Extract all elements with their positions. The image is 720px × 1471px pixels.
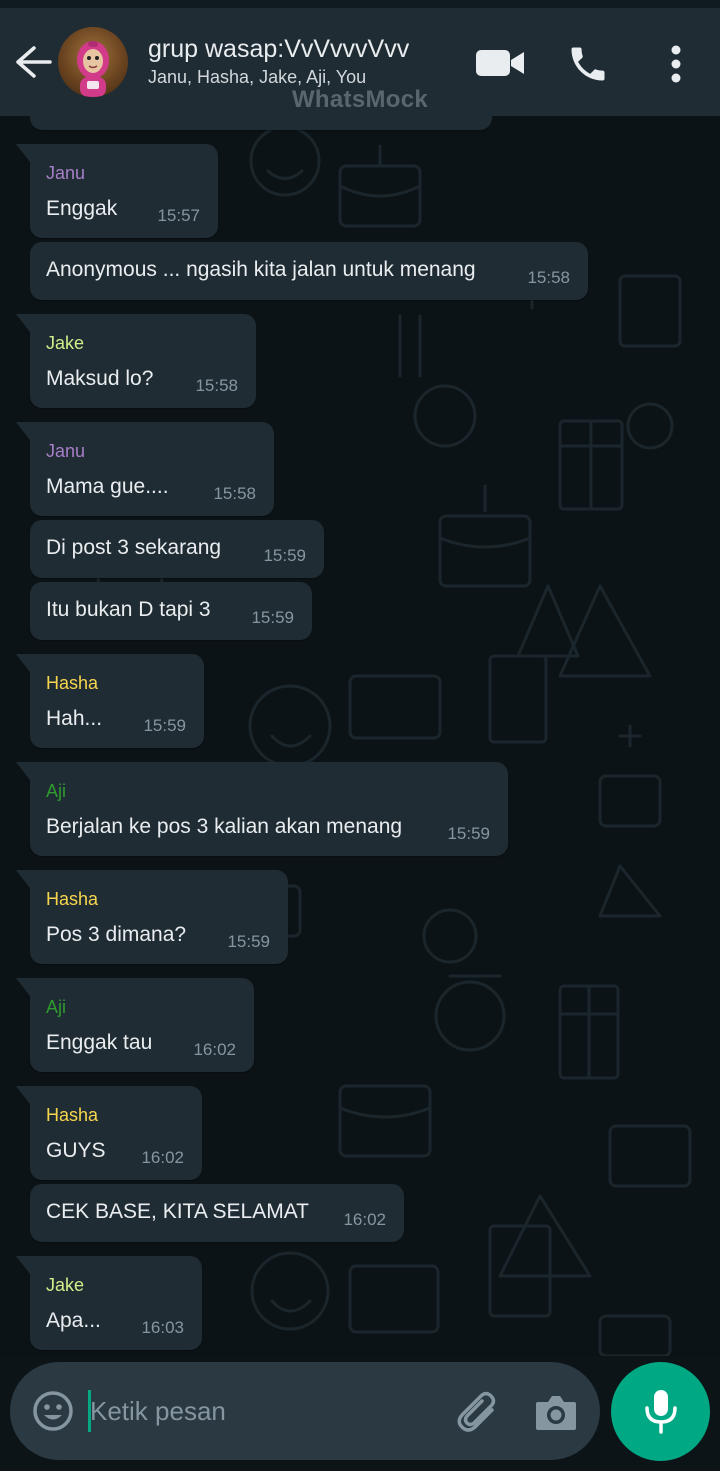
- message-bubble[interactable]: Jake Maksud lo? 15:58: [16, 314, 256, 408]
- voice-call-button[interactable]: [566, 42, 610, 86]
- message-bubble[interactable]: Di post 3 sekarang 15:59: [30, 520, 324, 578]
- video-camera-icon: [476, 50, 524, 76]
- message-timestamp: 15:59: [143, 716, 186, 735]
- message-timestamp: 15:58: [213, 484, 256, 503]
- status-bar: [0, 0, 720, 8]
- phone-icon: [571, 47, 605, 81]
- message-bubble[interactable]: Aji Enggak tau 16:02: [16, 978, 254, 1072]
- chat-screen: grup wasap:VvVvvvVvv Janu, Hasha, Jake, …: [0, 0, 720, 1471]
- message-bubble[interactable]: Aji Berjalan ke pos 3 kalian akan menang 1…: [16, 762, 508, 856]
- message-text: GUYS: [46, 1139, 106, 1162]
- message-text: CEK BASE, KITA SELAMAT: [46, 1200, 309, 1223]
- message-bubble[interactable]: Hasha Hah... 15:59: [16, 654, 204, 748]
- text-cursor: [88, 1390, 91, 1432]
- message-bubble[interactable]: Hasha Pos 3 dimana? 15:59: [16, 870, 288, 964]
- message-sender[interactable]: Aji: [46, 996, 66, 1018]
- message-sender[interactable]: Hasha: [46, 1104, 98, 1126]
- message-timestamp: 15:58: [195, 376, 238, 395]
- message-bubble-partial: [30, 116, 492, 130]
- message-text: Maksud lo?: [46, 367, 154, 390]
- message-sender[interactable]: Jake: [46, 332, 84, 354]
- message-bubble[interactable]: Janu Enggak 15:57: [16, 144, 218, 238]
- camera-icon: [536, 1396, 576, 1430]
- message-sender[interactable]: Janu: [46, 162, 85, 184]
- message-timestamp: 16:02: [343, 1210, 386, 1229]
- message-text: Pos 3 dimana?: [46, 923, 187, 946]
- message-timestamp: 16:02: [141, 1148, 184, 1167]
- message-timestamp: 15:59: [251, 608, 294, 627]
- attach-button[interactable]: [456, 1390, 500, 1434]
- message-timestamp: 15:59: [227, 932, 270, 951]
- message-text: Enggak: [46, 197, 118, 220]
- message-text: Enggak tau: [46, 1031, 153, 1054]
- message-bubble[interactable]: Anonymous ... ngasih kita jalan untuk me…: [30, 242, 588, 300]
- paperclip-icon: [457, 1391, 496, 1432]
- voice-record-button[interactable]: [611, 1362, 710, 1461]
- message-text: Anonymous ... ngasih kita jalan untuk me…: [46, 258, 476, 281]
- more-options-button[interactable]: [664, 42, 688, 86]
- message-bubble[interactable]: Hasha GUYS 16:02: [16, 1086, 202, 1180]
- message-text: Mama gue....: [46, 475, 169, 498]
- message-timestamp: 16:03: [141, 1318, 184, 1337]
- message-bubble[interactable]: CEK BASE, KITA SELAMAT 16:02: [30, 1184, 404, 1242]
- message-list[interactable]: Janu Enggak 15:57 Anonymous ... ngasih kita…: [0, 116, 720, 1356]
- camera-button[interactable]: [534, 1392, 578, 1432]
- message-timestamp: 16:02: [193, 1040, 236, 1059]
- message-text: Hah...: [46, 707, 103, 730]
- message-timestamp: 15:58: [527, 268, 570, 287]
- watermark-label: WhatsMock: [291, 86, 429, 113]
- arrow-left-icon: [16, 46, 52, 78]
- chat-title: grup wasap:VvVvvvVvv: [148, 35, 410, 63]
- message-bubble[interactable]: Jake Apa... 16:03: [16, 1256, 202, 1350]
- message-sender[interactable]: Janu: [46, 440, 85, 462]
- more-vertical-icon: [671, 45, 681, 83]
- message-text: Berjalan ke pos 3 kalian akan menang: [46, 815, 403, 838]
- message-timestamp: 15:59: [263, 546, 306, 565]
- message-text: Apa...: [46, 1309, 101, 1332]
- message-timestamp: 15:59: [447, 824, 490, 843]
- emoji-icon: [33, 1391, 73, 1431]
- message-input[interactable]: [86, 1386, 440, 1436]
- message-sender[interactable]: Hasha: [46, 888, 98, 910]
- message-timestamp: 15:57: [157, 206, 200, 225]
- message-text: Di post 3 sekarang: [46, 536, 222, 559]
- composer-bar: [10, 1362, 600, 1460]
- message-sender[interactable]: Hasha: [46, 672, 98, 694]
- back-button[interactable]: [14, 44, 54, 80]
- message-sender[interactable]: Jake: [46, 1274, 84, 1296]
- microphone-icon: [645, 1390, 677, 1434]
- message-sender[interactable]: Aji: [46, 780, 66, 802]
- chat-title-block[interactable]: grup wasap:VvVvvvVvv Janu, Hasha, Jake, …: [148, 34, 448, 89]
- emoji-button[interactable]: [32, 1390, 74, 1432]
- video-call-button[interactable]: [474, 48, 526, 78]
- message-bubble[interactable]: Itu bukan D tapi 3 15:59: [30, 582, 312, 640]
- message-bubble[interactable]: Janu Mama gue.... 15:58: [16, 422, 274, 516]
- chat-header: grup wasap:VvVvvvVvv Janu, Hasha, Jake, …: [0, 8, 720, 116]
- message-text: Itu bukan D tapi 3: [46, 598, 211, 621]
